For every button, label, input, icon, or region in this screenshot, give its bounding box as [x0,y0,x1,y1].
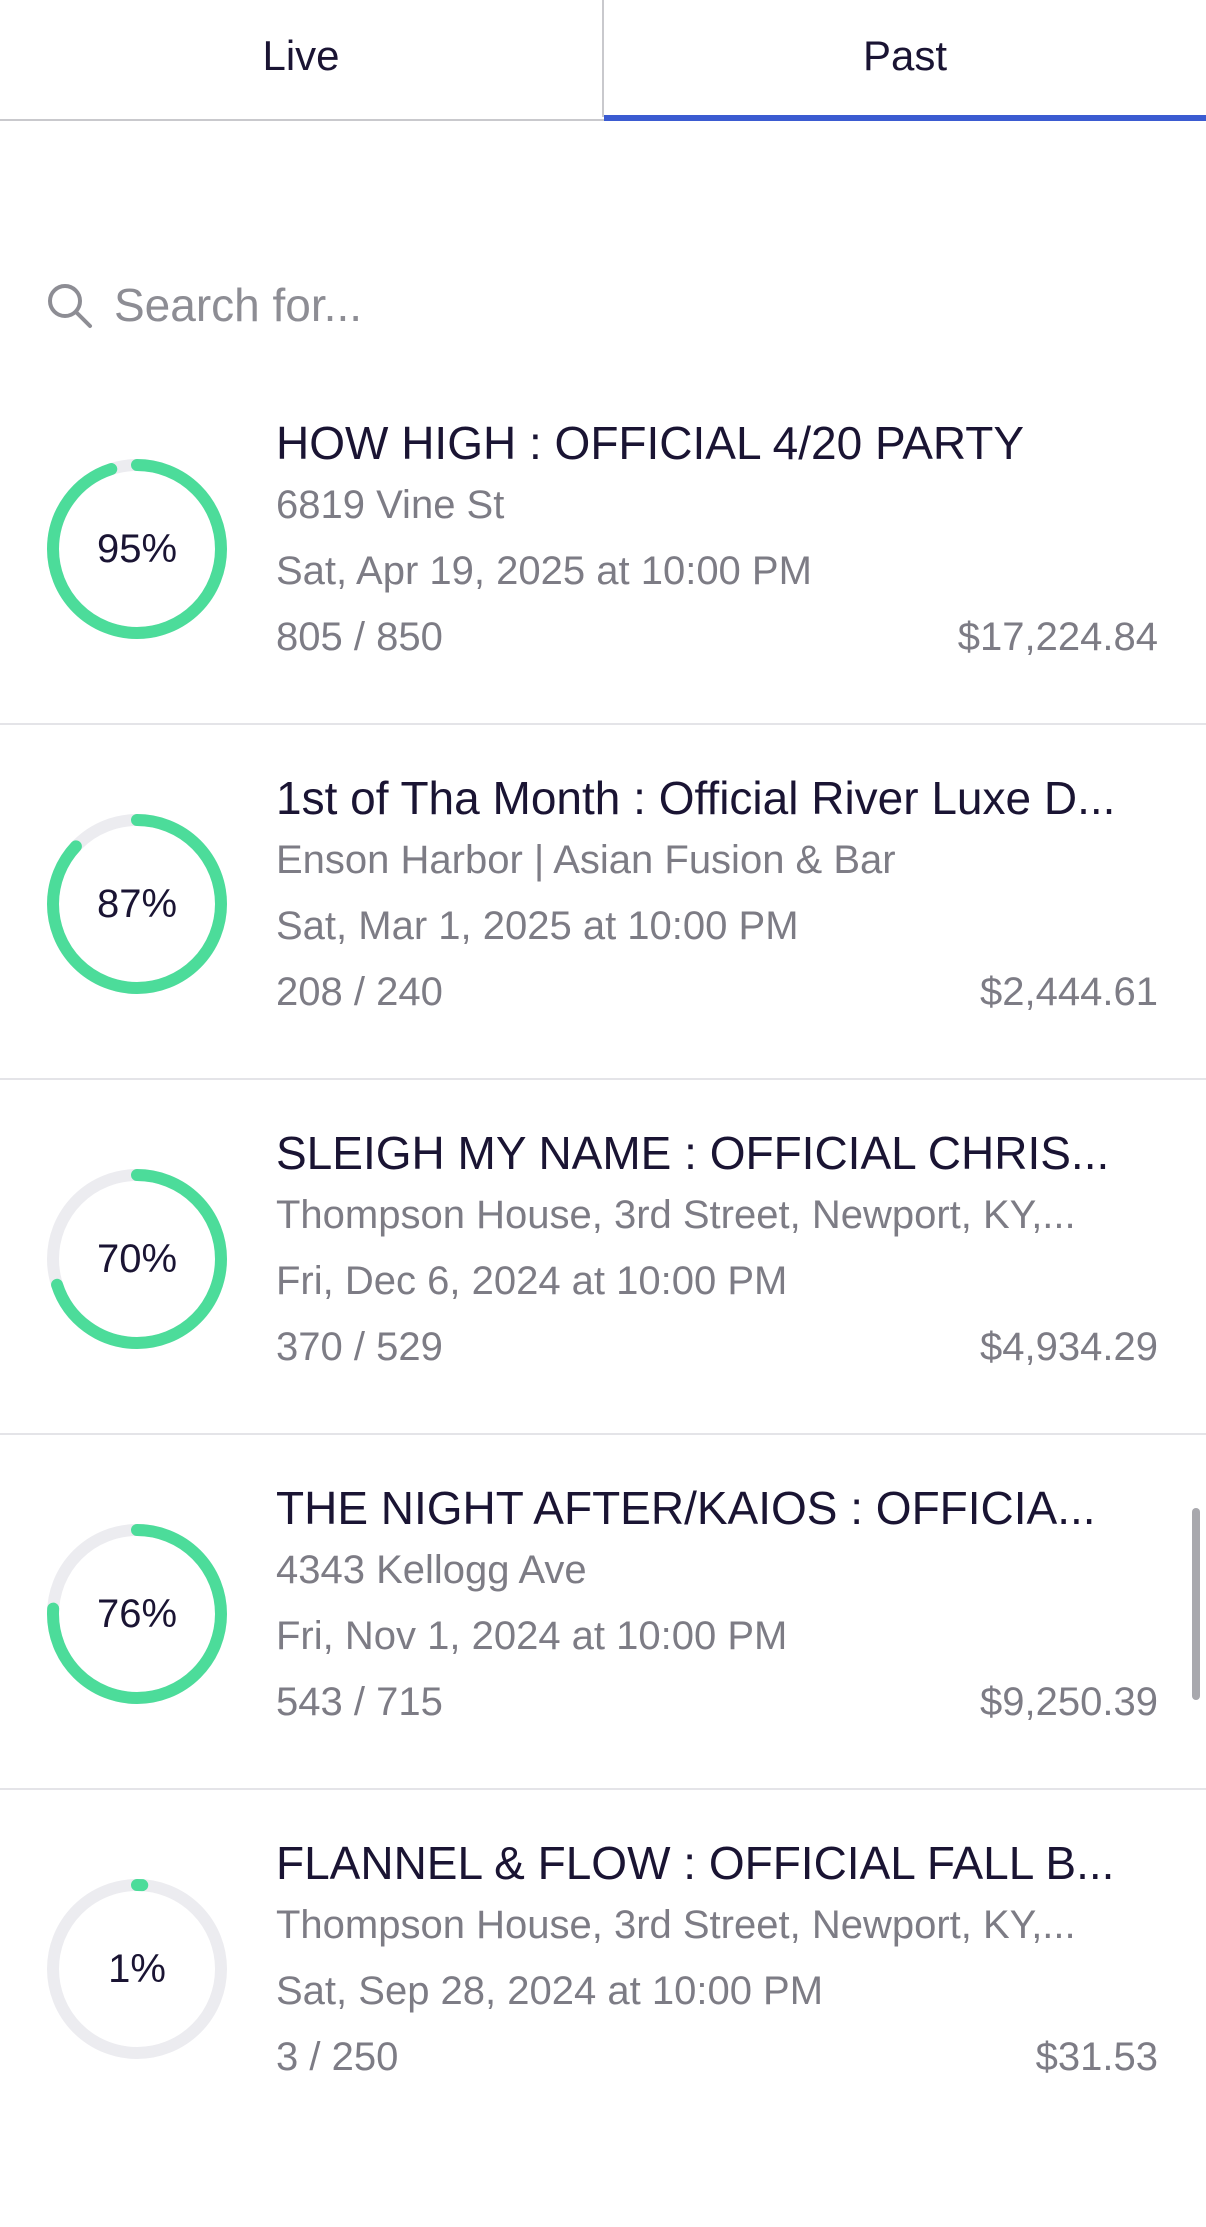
list-item[interactable]: 70% SLEIGH MY NAME : OFFICIAL CHRIS... T… [0,1080,1206,1435]
event-info: THE NIGHT AFTER/KAIOS : OFFICIA... 4343 … [276,1479,1158,1735]
event-title: FLANNEL & FLOW : OFFICIAL FALL B... [276,1837,1115,1889]
event-revenue: $2,444.61 [980,970,1158,1014]
event-date: Sat, Apr 19, 2025 at 10:00 PM [276,549,812,593]
event-meta: 805 / 850 $17,224.84 [276,604,1158,670]
search-input[interactable] [114,278,1014,332]
event-revenue: $4,934.29 [980,1325,1158,1369]
list-item[interactable]: 1% FLANNEL & FLOW : OFFICIAL FALL B... T… [0,1790,1206,2145]
progress-ring: 87% [44,811,230,997]
event-date: Fri, Dec 6, 2024 at 10:00 PM [276,1259,788,1303]
tab-bar: Live Past [0,0,1206,121]
progress-percent: 1% [108,1946,166,1991]
event-info: FLANNEL & FLOW : OFFICIAL FALL B... Thom… [276,1834,1158,2090]
event-info: HOW HIGH : OFFICIAL 4/20 PARTY 6819 Vine… [276,414,1158,670]
event-title: HOW HIGH : OFFICIAL 4/20 PARTY [276,417,1025,469]
progress-percent: 70% [96,1236,178,1281]
list-item[interactable]: 76% THE NIGHT AFTER/KAIOS : OFFICIA... 4… [0,1435,1206,1790]
event-venue: Enson Harbor | Asian Fusion & Bar [276,838,896,882]
event-date: Sat, Mar 1, 2025 at 10:00 PM [276,904,799,948]
progress-ring: 1% [44,1876,230,2062]
progress-ring: 76% [44,1521,230,1707]
scrollbar-thumb[interactable] [1192,1508,1200,1700]
progress-ring: 95% [44,456,230,642]
event-revenue: $17,224.84 [957,615,1158,659]
event-tickets: 805 / 850 [276,615,443,659]
list-item[interactable]: 95% HOW HIGH : OFFICIAL 4/20 PARTY 6819 … [0,370,1206,725]
tab-live[interactable]: Live [0,0,604,117]
event-meta: 370 / 529 $4,934.29 [276,1314,1158,1380]
search-icon [48,284,92,328]
event-tickets: 543 / 715 [276,1680,443,1724]
event-venue: Thompson House, 3rd Street, Newport, KY,… [276,1193,1076,1237]
event-meta: 208 / 240 $2,444.61 [276,959,1158,1025]
tab-past-label: Past [862,31,948,79]
event-venue: 4343 Kellogg Ave [276,1548,587,1592]
tab-past[interactable]: Past [604,0,1206,121]
event-tickets: 3 / 250 [276,2035,399,2079]
event-revenue: $31.53 [1035,2035,1158,2079]
event-venue: 6819 Vine St [276,483,505,527]
tab-live-label: Live [262,31,340,79]
event-venue: Thompson House, 3rd Street, Newport, KY,… [276,1903,1076,1947]
event-meta: 3 / 250 $31.53 [276,2024,1158,2090]
event-tickets: 370 / 529 [276,1325,443,1369]
event-info: 1st of Tha Month : Official River Luxe D… [276,769,1158,1025]
progress-percent: 87% [96,881,178,926]
event-meta: 543 / 715 $9,250.39 [276,1669,1158,1735]
event-date: Sat, Sep 28, 2024 at 10:00 PM [276,1969,824,2013]
list-item[interactable]: 87% 1st of Tha Month : Official River Lu… [0,725,1206,1080]
event-info: SLEIGH MY NAME : OFFICIAL CHRIS... Thomp… [276,1124,1158,1380]
progress-ring: 70% [44,1166,230,1352]
event-date: Fri, Nov 1, 2024 at 10:00 PM [276,1614,788,1658]
event-revenue: $9,250.39 [980,1680,1158,1724]
search-bar [44,270,1164,340]
event-title: THE NIGHT AFTER/KAIOS : OFFICIA... [276,1482,1096,1534]
event-title: 1st of Tha Month : Official River Luxe D… [276,772,1116,824]
event-tickets: 208 / 240 [276,970,443,1014]
progress-percent: 95% [96,526,178,571]
progress-percent: 76% [96,1591,178,1636]
event-list: 95% HOW HIGH : OFFICIAL 4/20 PARTY 6819 … [0,370,1206,2145]
event-title: SLEIGH MY NAME : OFFICIAL CHRIS... [276,1127,1110,1179]
